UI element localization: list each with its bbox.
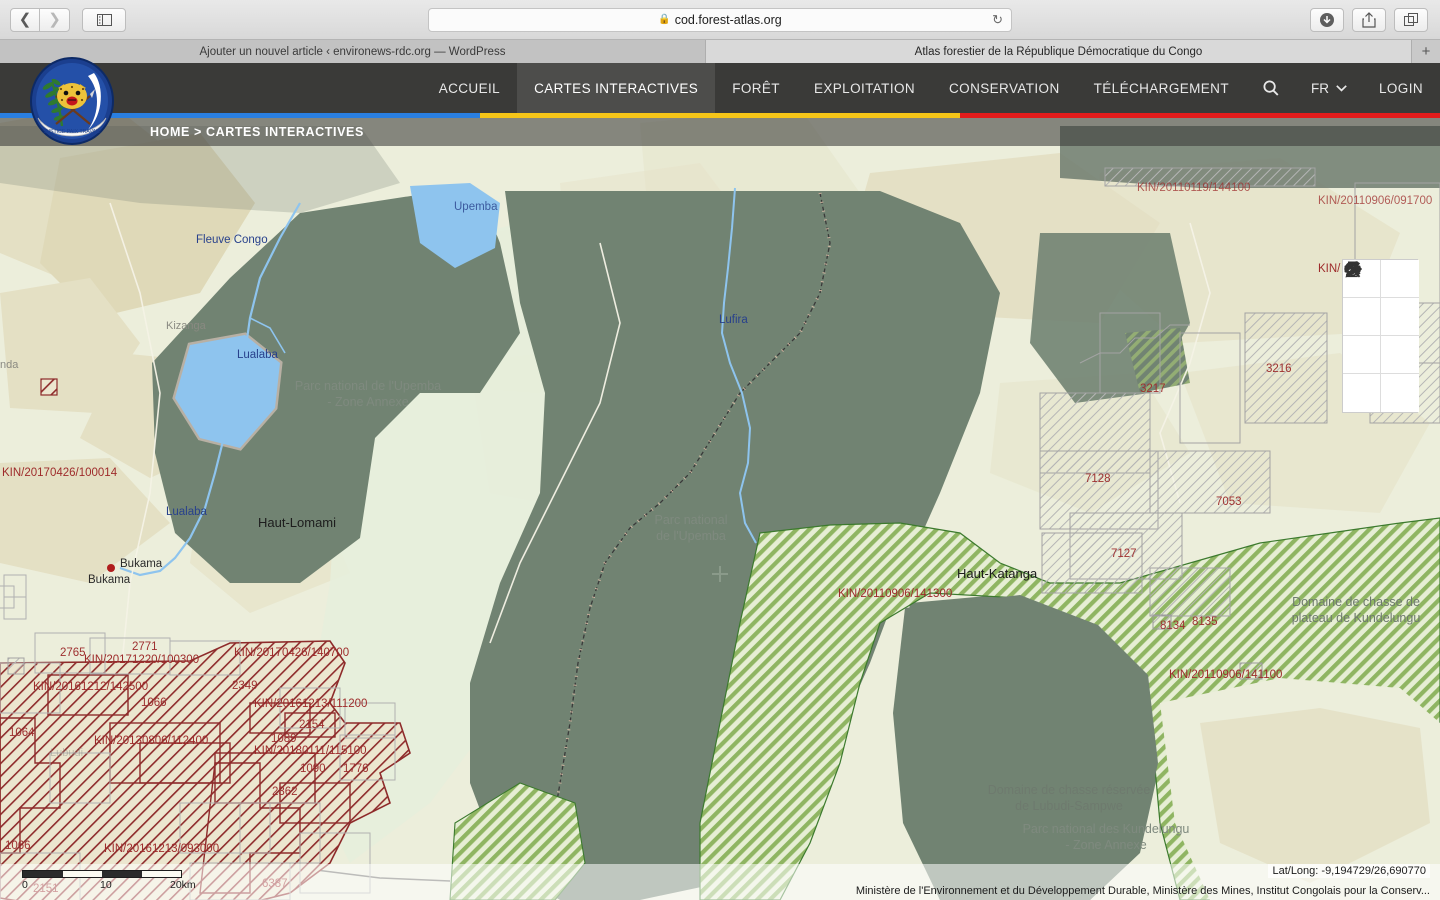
plus-icon: + — [1422, 43, 1431, 60]
town-marker-bukama — [107, 564, 115, 572]
nav-item-conservation[interactable]: CONSERVATION — [932, 63, 1077, 113]
new-tab-button[interactable]: + — [1412, 40, 1440, 63]
address-bar[interactable]: 🔒 cod.forest-atlas.org ↻ — [428, 8, 1012, 32]
tab-overview-button[interactable] — [1394, 8, 1428, 32]
language-selector[interactable]: FR — [1296, 81, 1362, 96]
sidebar-toggle-button[interactable] — [82, 8, 126, 32]
scale-tick-10: 10 — [100, 879, 112, 891]
nav-buttons: ❮ ❯ — [10, 8, 70, 32]
tab-title: Atlas forestier de la République Démocra… — [915, 46, 1203, 58]
nav-item-cartes-interactives[interactable]: CARTES INTERACTIVES — [517, 63, 715, 113]
login-label: LOGIN — [1379, 81, 1423, 96]
print-map-button[interactable] — [1381, 298, 1419, 336]
breadcrumb-bar: HOME > CARTES INTERACTIVES — [0, 118, 1440, 146]
interactive-map[interactable]: Parc national de l'Upemba- Zone Annexe P… — [0, 63, 1440, 900]
nav-label: FORÊT — [732, 81, 780, 96]
breadcrumb[interactable]: HOME > CARTES INTERACTIVES — [150, 125, 364, 139]
zoom-in-button[interactable] — [1381, 260, 1419, 298]
tab-overview-icon — [1404, 13, 1419, 27]
stripe-red — [960, 113, 1440, 118]
stripe-yellow — [480, 113, 960, 118]
tab-title: Ajouter un nouvel article ‹ environews-r… — [200, 46, 506, 58]
share-button[interactable] — [1352, 8, 1386, 32]
language-label: FR — [1311, 81, 1329, 96]
sidebar-toggle-icon — [97, 14, 112, 26]
search-icon — [1262, 79, 1280, 97]
scale-tick-20: 20km — [170, 879, 196, 891]
nav-label: CONSERVATION — [949, 81, 1060, 96]
nav-item-telechargement[interactable]: TÉLÉCHARGEMENT — [1077, 63, 1246, 113]
search-map-button[interactable] — [1381, 336, 1419, 374]
chevron-down-icon — [1336, 85, 1347, 92]
url-text: cod.forest-atlas.org — [675, 13, 782, 27]
scale-bar-ticks: 0 10 20km — [22, 878, 192, 892]
login-button[interactable]: LOGIN — [1362, 63, 1440, 113]
emblem-icon: JUSTICE PAIX TRAVAIL — [28, 56, 116, 146]
browser-tab-bar: Ajouter un nouvel article ‹ environews-r… — [0, 40, 1440, 63]
share-icon — [1362, 12, 1376, 28]
nav-label: EXPLOITATION — [814, 81, 915, 96]
svg-text:JUSTICE PAIX TRAVAIL: JUSTICE PAIX TRAVAIL — [44, 129, 101, 135]
tricolor-stripe — [0, 113, 1440, 118]
nav-label: ACCUEIL — [439, 81, 500, 96]
scale-bar-graphic — [22, 870, 182, 878]
back-button[interactable]: ❮ — [10, 8, 40, 32]
scale-tick-0: 0 — [22, 879, 28, 891]
hide-layers-button[interactable] — [1343, 374, 1381, 412]
main-navigation: ACCUEIL CARTES INTERACTIVES FORÊT EXPLOI… — [422, 63, 1440, 113]
site-search-button[interactable] — [1246, 79, 1296, 97]
map-controls-panel[interactable] — [1342, 259, 1418, 413]
map-attribution: Ministère de l'Environnement et du Dével… — [856, 885, 1430, 897]
nav-label: TÉLÉCHARGEMENT — [1094, 81, 1229, 96]
refresh-map-button[interactable] — [1381, 374, 1419, 412]
downloads-icon — [1319, 12, 1335, 28]
nav-item-exploitation[interactable]: EXPLOITATION — [797, 63, 932, 113]
browser-toolbar: ❮ ❯ 🔒 cod.forest-atlas.org ↻ — [0, 0, 1440, 40]
downloads-button[interactable] — [1310, 8, 1344, 32]
map-center-crosshair — [712, 566, 728, 582]
reload-icon[interactable]: ↻ — [992, 12, 1003, 28]
map-scale-bar: 0 10 20km — [22, 870, 192, 892]
latlong-readout: Lat/Long: -9,194729/26,690770 — [1268, 864, 1430, 878]
nav-item-foret[interactable]: FORÊT — [715, 63, 797, 113]
drc-ministry-emblem[interactable]: JUSTICE PAIX TRAVAIL — [28, 56, 116, 146]
browser-tab-active[interactable]: Atlas forestier de la République Démocra… — [706, 40, 1412, 63]
nav-label: CARTES INTERACTIVES — [534, 81, 698, 96]
nav-item-accueil[interactable]: ACCUEIL — [422, 63, 517, 113]
toolbar-right-buttons — [1310, 8, 1428, 32]
site-header: ACCUEIL CARTES INTERACTIVES FORÊT EXPLOI… — [0, 63, 1440, 113]
lock-icon: 🔒 — [658, 14, 670, 25]
forward-button[interactable]: ❯ — [40, 8, 70, 32]
measure-button[interactable] — [1343, 336, 1381, 374]
chevron-left-icon: ❮ — [19, 12, 32, 27]
chevron-right-icon: ❯ — [48, 12, 61, 27]
map-canvas — [0, 63, 1440, 900]
share-map-button[interactable] — [1343, 298, 1381, 336]
refresh-icon — [1343, 260, 1362, 279]
